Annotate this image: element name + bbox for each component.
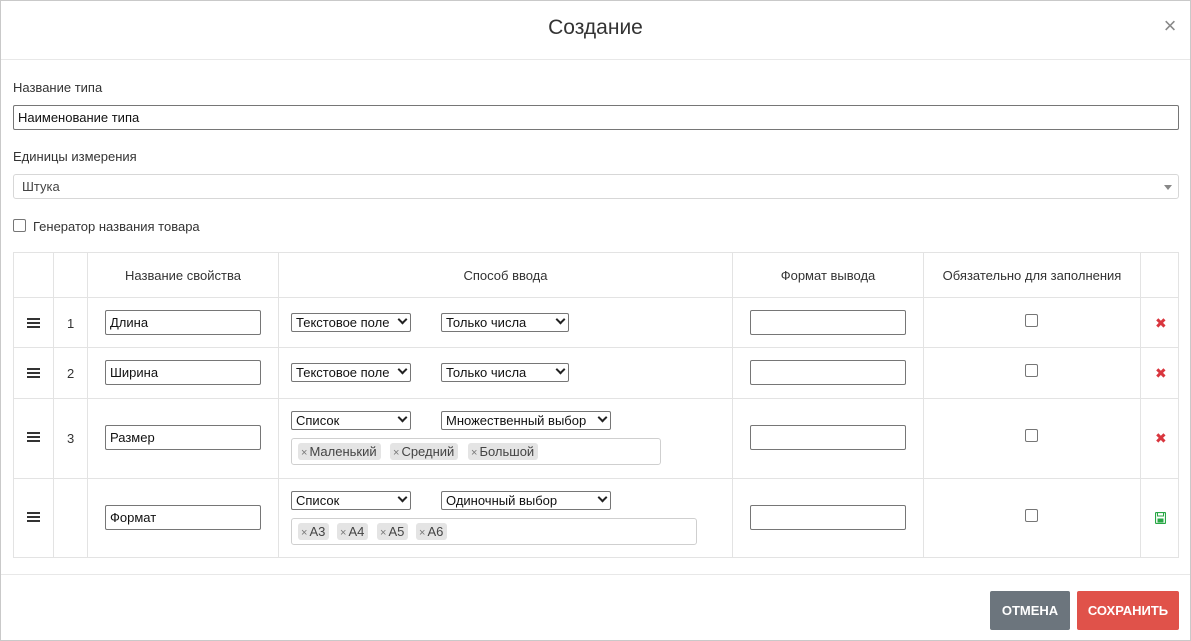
option-tag: × A6 xyxy=(416,523,448,540)
input-subtype-select[interactable]: Только числа xyxy=(441,363,569,382)
generator-label: Генератор названия товара xyxy=(33,219,200,234)
property-name-input[interactable] xyxy=(105,360,261,385)
input-method-select[interactable]: Список xyxy=(291,491,411,510)
units-label: Единицы измерения xyxy=(13,149,137,164)
type-name-input[interactable] xyxy=(13,105,1179,130)
header-required: Обязательно для заполнения xyxy=(942,268,1122,283)
units-select-value: Штука xyxy=(22,179,60,194)
output-format-input[interactable] xyxy=(750,360,906,385)
generator-checkbox[interactable] xyxy=(13,219,26,232)
cancel-button[interactable]: ОТМЕНА xyxy=(990,591,1070,630)
header-output-format: Формат вывода xyxy=(780,268,876,283)
option-tag: × Большой xyxy=(468,443,539,460)
option-tag: × A5 xyxy=(377,523,409,540)
dialog-header: Создание × xyxy=(1,1,1190,60)
chevron-down-icon xyxy=(597,412,608,423)
create-type-dialog: Создание × Название типа Единицы измерен… xyxy=(0,0,1191,641)
remove-tag-icon[interactable]: × xyxy=(340,527,346,539)
drag-handle-icon[interactable] xyxy=(27,432,40,442)
required-checkbox[interactable] xyxy=(1025,509,1038,522)
row-number: 2 xyxy=(67,366,75,381)
option-tag: × A4 xyxy=(337,523,369,540)
remove-tag-icon[interactable]: × xyxy=(380,527,386,539)
chevron-down-icon xyxy=(555,314,566,325)
required-checkbox[interactable] xyxy=(1025,364,1038,377)
option-tag: × A3 xyxy=(298,523,330,540)
input-method-select[interactable]: Текстовое поле xyxy=(291,313,411,332)
save-icon[interactable] xyxy=(1154,511,1167,525)
remove-tag-icon[interactable]: × xyxy=(301,447,307,459)
properties-table: Название свойства Способ ввода Формат вы… xyxy=(13,252,1179,558)
remove-tag-icon[interactable]: × xyxy=(301,527,307,539)
remove-tag-icon[interactable]: × xyxy=(419,527,425,539)
input-method-select[interactable]: Список xyxy=(291,411,411,430)
row-number: 1 xyxy=(67,316,75,331)
input-subtype-select[interactable]: Только числа xyxy=(441,313,569,332)
chevron-down-icon xyxy=(1164,185,1172,190)
chevron-down-icon xyxy=(555,364,566,375)
chevron-down-icon xyxy=(397,314,408,325)
property-name-input[interactable] xyxy=(105,310,261,335)
required-checkbox[interactable] xyxy=(1025,314,1038,327)
property-name-input[interactable] xyxy=(105,505,261,530)
header-input-method: Способ ввода xyxy=(463,268,548,283)
option-tag: × Средний xyxy=(390,443,459,460)
output-format-input[interactable] xyxy=(750,425,906,450)
drag-handle-icon[interactable] xyxy=(27,318,40,328)
drag-handle-icon[interactable] xyxy=(27,368,40,378)
option-tag: × Маленький xyxy=(298,443,381,460)
save-button[interactable]: СОХРАНИТЬ xyxy=(1077,591,1179,630)
remove-tag-icon[interactable]: × xyxy=(393,447,399,459)
header-property-name: Название свойства xyxy=(125,268,241,283)
close-icon[interactable]: × xyxy=(1160,15,1180,39)
chevron-down-icon xyxy=(397,364,408,375)
chevron-down-icon xyxy=(397,492,408,503)
dialog-title: Создание xyxy=(548,16,643,39)
delete-icon[interactable]: ✖ xyxy=(1155,316,1167,330)
options-tag-input[interactable]: × A3 × A4 × A5 × A6 xyxy=(291,518,697,545)
drag-handle-icon[interactable] xyxy=(27,512,40,522)
output-format-input[interactable] xyxy=(750,505,906,530)
type-name-label: Название типа xyxy=(13,80,103,95)
property-name-input[interactable] xyxy=(105,425,261,450)
row-number: 3 xyxy=(67,431,75,446)
footer-divider xyxy=(1,574,1190,575)
remove-tag-icon[interactable]: × xyxy=(471,447,477,459)
delete-icon[interactable]: ✖ xyxy=(1155,366,1167,380)
chevron-down-icon xyxy=(397,412,408,423)
units-select[interactable]: Штука xyxy=(13,174,1179,199)
input-method-select[interactable]: Текстовое поле xyxy=(291,363,411,382)
required-checkbox[interactable] xyxy=(1025,429,1038,442)
delete-icon[interactable]: ✖ xyxy=(1155,431,1167,445)
chevron-down-icon xyxy=(597,492,608,503)
output-format-input[interactable] xyxy=(750,310,906,335)
input-subtype-select[interactable]: Одиночный выбор xyxy=(441,491,611,510)
options-tag-input[interactable]: × Маленький × Средний × Большой xyxy=(291,438,661,465)
input-subtype-select[interactable]: Множественный выбор xyxy=(441,411,611,430)
